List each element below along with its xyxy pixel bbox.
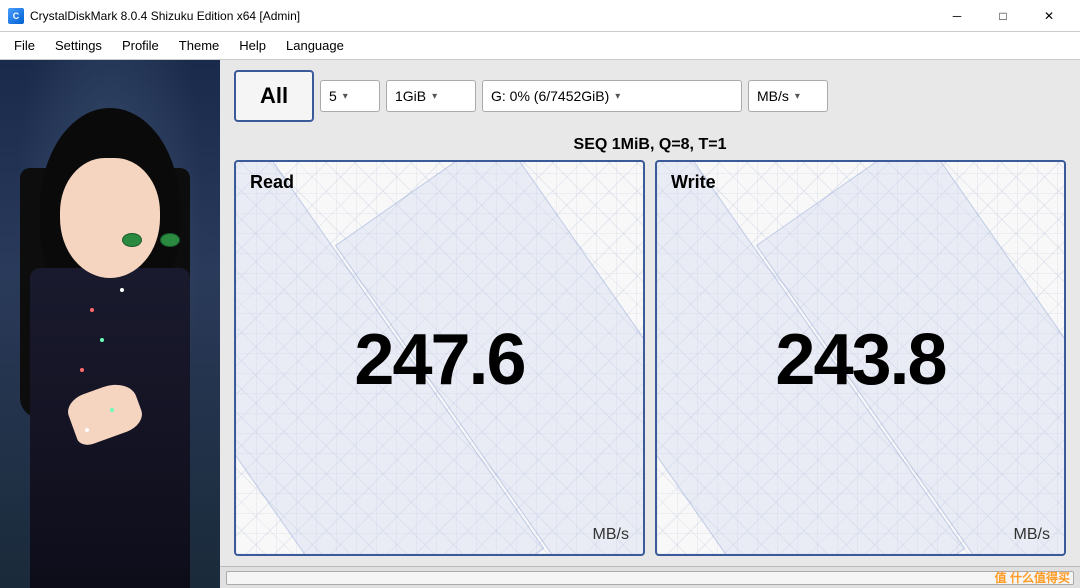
read-label: Read [250,172,629,193]
menu-help[interactable]: Help [229,34,276,57]
char-eye-left [122,233,142,247]
menu-settings[interactable]: Settings [45,34,112,57]
write-label: Write [671,172,1050,193]
sparkle-1 [90,308,94,312]
bottom-bar: 值 什么值得买 [220,566,1080,588]
progress-bar [226,571,1074,585]
drive-dropdown[interactable]: G: 0% (6/7452GiB) ▾ [482,80,742,112]
main-content: All 5 ▾ 1GiB ▾ G: 0% (6/7452GiB) ▾ MB/s … [0,60,1080,588]
title-bar: C CrystalDiskMark 8.0.4 Shizuku Edition … [0,0,1080,32]
sparkle-3 [120,288,124,292]
char-eye-right [160,233,180,247]
controls-row: All 5 ▾ 1GiB ▾ G: 0% (6/7452GiB) ▾ MB/s … [220,60,1080,132]
app-icon: C [8,8,24,24]
sparkle-6 [85,428,89,432]
drive-value: G: 0% (6/7452GiB) [491,88,609,104]
sparkle-5 [110,408,114,412]
maximize-button[interactable]: □ [980,0,1026,32]
menu-theme[interactable]: Theme [169,34,229,57]
read-value: 247.6 [250,193,629,526]
drive-dropdown-arrow: ▾ [615,91,620,102]
read-unit: MB/s [250,526,629,544]
minimize-button[interactable]: ─ [934,0,980,32]
anime-character [10,108,210,588]
right-panel: All 5 ▾ 1GiB ▾ G: 0% (6/7452GiB) ▾ MB/s … [220,60,1080,588]
window-title: CrystalDiskMark 8.0.4 Shizuku Edition x6… [30,9,934,23]
size-value: 1GiB [395,88,426,104]
app-icon-letter: C [13,11,20,21]
read-panel: Read 247.6 MB/s [234,160,645,556]
menu-profile[interactable]: Profile [112,34,169,57]
unit-dropdown[interactable]: MB/s ▾ [748,80,828,112]
unit-value: MB/s [757,88,789,104]
count-dropdown-arrow: ▾ [343,91,348,102]
sparkle-4 [80,368,84,372]
char-face [60,158,160,278]
all-button[interactable]: All [234,70,314,122]
write-panel: Write 243.8 MB/s [655,160,1066,556]
write-unit: MB/s [671,526,1050,544]
unit-dropdown-arrow: ▾ [795,91,800,102]
menu-file[interactable]: File [4,34,45,57]
size-dropdown-arrow: ▾ [432,91,437,102]
menu-language[interactable]: Language [276,34,354,57]
size-dropdown[interactable]: 1GiB ▾ [386,80,476,112]
write-value: 243.8 [671,193,1050,526]
sparkle-2 [100,338,104,342]
close-button[interactable]: ✕ [1026,0,1072,32]
anime-image-panel [0,60,220,588]
seq-label: SEQ 1MiB, Q=8, T=1 [220,132,1080,160]
count-dropdown[interactable]: 5 ▾ [320,80,380,112]
count-value: 5 [329,88,337,104]
window-controls: ─ □ ✕ [934,0,1072,32]
bench-area: Read 247.6 MB/s Write 243.8 MB/s [220,160,1080,566]
watermark-text: 值 什么值得买 [995,569,1070,586]
menu-bar: File Settings Profile Theme Help Languag… [0,32,1080,60]
